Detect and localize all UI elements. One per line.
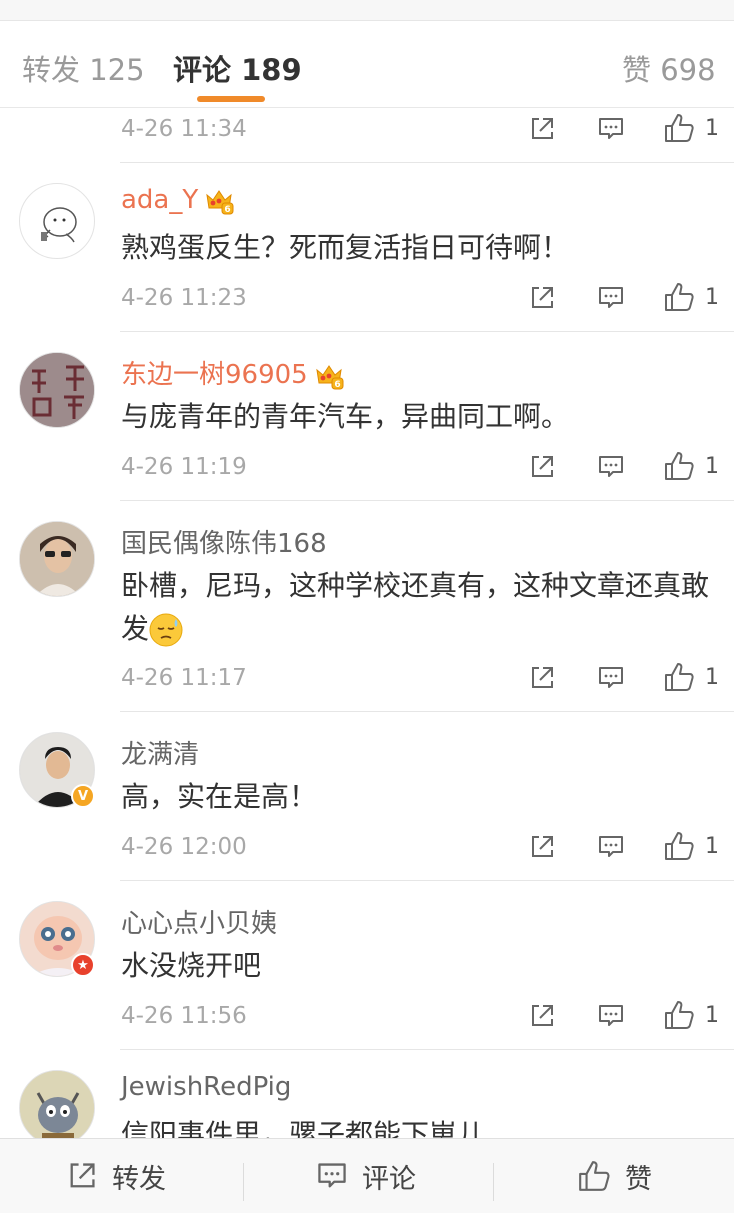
divider [493, 1163, 494, 1201]
reply-icon[interactable] [597, 664, 625, 692]
like-icon [577, 1159, 611, 1193]
tab-likes-label: 赞 [622, 53, 652, 87]
like-count: 1 [705, 665, 719, 690]
comment-item: ada_Y 熟鸡蛋反生？死而复活指日可待啊！ 4-26 11:23 1 [0, 163, 734, 332]
reply-icon[interactable] [597, 284, 625, 312]
tab-reposts-count: 125 [89, 53, 145, 87]
repost-icon[interactable] [528, 453, 556, 481]
repost-icon[interactable] [528, 1002, 556, 1030]
comment-time: 4-26 12:00 [121, 834, 247, 860]
comment-text-content: 卧槽，尼玛，这种学校还真有，这种文章还真敢发 [121, 569, 710, 645]
comment-item: 4-26 11:34 1 [0, 108, 734, 163]
username[interactable]: 心心点小贝姨 [121, 903, 277, 940]
avatar[interactable] [19, 1070, 95, 1138]
reply-icon[interactable] [597, 115, 625, 143]
tab-comments-count: 189 [241, 53, 302, 87]
tab-comments-label: 评论 [173, 53, 232, 87]
comment-time: 4-26 11:56 [121, 1003, 247, 1029]
comment-item: 国民偶像陈伟168 卧槽，尼玛，这种学校还真有，这种文章还真敢发 4-26 11… [0, 501, 734, 712]
person-photo-avatar-icon [20, 522, 94, 596]
comment-text: 高，实在是高！ [121, 780, 318, 813]
avatar[interactable] [19, 183, 95, 259]
comment-item: 东边一树96905 与庞青年的青年汽车，异曲同工啊。 4-26 11:19 1 [0, 332, 734, 501]
comment-icon [316, 1160, 348, 1192]
comment-time: 4-26 11:34 [121, 116, 247, 142]
reply-icon[interactable] [597, 833, 625, 861]
comment-text: 水没烧开吧 [121, 949, 262, 982]
like-icon[interactable] [663, 661, 695, 693]
comment-time: 4-26 11:23 [121, 285, 247, 311]
like-count: 1 [705, 834, 719, 859]
tab-reposts-label: 转发 [22, 53, 81, 87]
active-tab-indicator [197, 96, 265, 102]
comment-time: 4-26 11:17 [121, 665, 247, 691]
repost-icon[interactable] [528, 664, 556, 692]
repost-icon[interactable] [528, 833, 556, 861]
username-text: ada_Y [121, 185, 199, 215]
comment-text: 与庞青年的青年汽车，异曲同工啊。 [121, 400, 570, 433]
verified-badge-icon: V [71, 784, 95, 808]
sweat-face-icon [149, 613, 183, 647]
reply-icon[interactable] [597, 453, 625, 481]
tab-bar: 转发 125 评论 189 赞 698 [0, 21, 734, 108]
username[interactable]: 东边一树96905 [121, 354, 344, 391]
cartoon-avatar-icon [41, 207, 77, 243]
repost-icon [66, 1160, 98, 1192]
reply-icon[interactable] [597, 1002, 625, 1030]
member-badge-icon: ★ [71, 953, 95, 977]
tab-likes[interactable]: 赞 698 [622, 47, 716, 89]
tab-reposts[interactable]: 转发 125 [22, 47, 145, 89]
comment-item: JewishRedPig 信阳事件里，骡子都能下崽儿 [0, 1050, 734, 1138]
comment-text: 信阳事件里，骡子都能下崽儿 [121, 1118, 486, 1138]
like-count: 1 [705, 285, 719, 310]
seal-stamp-avatar-icon [20, 353, 94, 427]
avatar[interactable] [19, 352, 95, 428]
username[interactable]: JewishRedPig [121, 1072, 291, 1102]
like-icon[interactable] [663, 450, 695, 482]
tab-comments[interactable]: 评论 189 [173, 47, 302, 89]
like-icon[interactable] [663, 112, 695, 144]
avatar[interactable] [19, 521, 95, 597]
comment-label: 评论 [362, 1163, 416, 1195]
repost-icon[interactable] [528, 115, 556, 143]
vip-crown-icon [204, 186, 234, 216]
like-icon[interactable] [663, 830, 695, 862]
like-count: 1 [705, 454, 719, 479]
cartoon-cat-avatar-icon [20, 1071, 94, 1138]
like-count: 1 [705, 1003, 719, 1028]
like-label: 赞 [625, 1163, 652, 1195]
tab-likes-count: 698 [660, 53, 716, 87]
repost-icon[interactable] [528, 284, 556, 312]
comment-text: 熟鸡蛋反生？死而复活指日可待啊！ [121, 231, 570, 264]
comment-button[interactable]: 评论 [316, 1139, 416, 1213]
username[interactable]: 龙满清 [121, 734, 199, 771]
repost-button[interactable]: 转发 [66, 1139, 166, 1213]
comment-item: V 龙满清 高，实在是高！ 4-26 12:00 1 [0, 712, 734, 881]
like-count: 1 [705, 116, 719, 141]
comment-list[interactable]: 4-26 11:34 1 ada_Y 熟鸡蛋反生？死而复活指日可待啊！ 4-26… [0, 108, 734, 1138]
bottom-action-bar: 转发 评论 赞 [0, 1138, 734, 1213]
status-strip [0, 0, 734, 21]
username[interactable]: 国民偶像陈伟168 [121, 523, 327, 560]
like-icon[interactable] [663, 999, 695, 1031]
username[interactable]: ada_Y [121, 185, 234, 216]
repost-label: 转发 [112, 1163, 166, 1195]
like-button[interactable]: 赞 [577, 1139, 652, 1213]
comment-time: 4-26 11:19 [121, 454, 247, 480]
comment-text: 卧槽，尼玛，这种学校还真有，这种文章还真敢发 [121, 564, 711, 650]
username-text: 东边一树96905 [121, 360, 308, 390]
vip-crown-icon [314, 361, 344, 391]
like-icon[interactable] [663, 281, 695, 313]
comment-item: ★ 心心点小贝姨 水没烧开吧 4-26 11:56 1 [0, 881, 734, 1050]
divider [243, 1163, 244, 1201]
